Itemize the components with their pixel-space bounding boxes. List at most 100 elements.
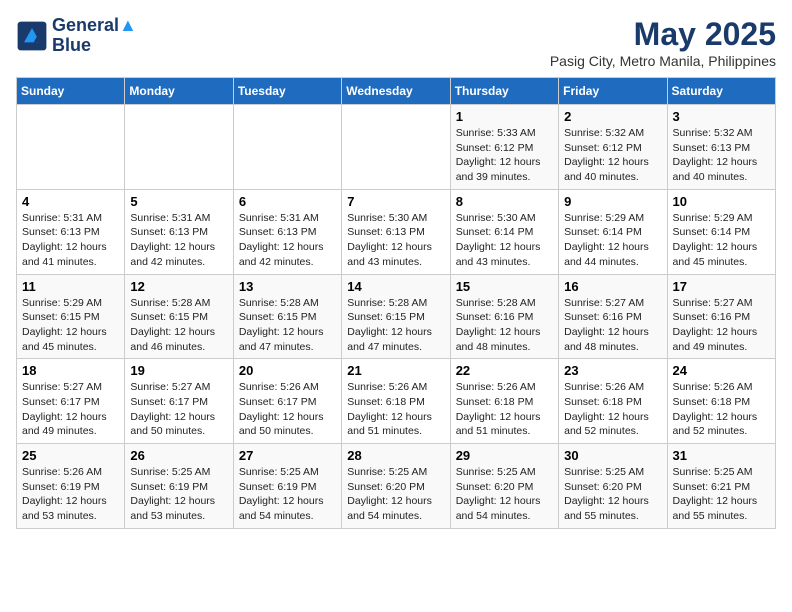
day-info: Sunrise: 5:32 AM Sunset: 6:13 PM Dayligh…: [673, 126, 770, 185]
calendar-body: 1 Sunrise: 5:33 AM Sunset: 6:12 PM Daylig…: [17, 105, 776, 529]
day-info: Sunrise: 5:29 AM Sunset: 6:14 PM Dayligh…: [564, 211, 661, 270]
day-number: 29: [456, 448, 553, 463]
day-number: 9: [564, 194, 661, 209]
day-info: Sunrise: 5:25 AM Sunset: 6:19 PM Dayligh…: [130, 465, 227, 524]
day-number: 3: [673, 109, 770, 124]
day-number: 17: [673, 279, 770, 294]
day-number: 26: [130, 448, 227, 463]
calendar-header-row: SundayMondayTuesdayWednesdayThursdayFrid…: [17, 78, 776, 105]
calendar-week-row: 4 Sunrise: 5:31 AM Sunset: 6:13 PM Daylig…: [17, 189, 776, 274]
calendar-cell: 12Sunrise: 5:28 AM Sunset: 6:15 PM Dayli…: [125, 274, 233, 359]
day-info: Sunrise: 5:27 AM Sunset: 6:17 PM Dayligh…: [130, 380, 227, 439]
day-info: Sunrise: 5:31 AM Sunset: 6:13 PM Dayligh…: [239, 211, 336, 270]
day-number: 21: [347, 363, 444, 378]
calendar-cell: 24 Sunrise: 5:26 AM Sunset: 6:18 PM Dayli…: [667, 359, 775, 444]
day-number: 1: [456, 109, 553, 124]
weekday-header: Tuesday: [233, 78, 341, 105]
day-info: Sunrise: 5:26 AM Sunset: 6:18 PM Dayligh…: [564, 380, 661, 439]
calendar-cell: 31 Sunrise: 5:25 AM Sunset: 6:21 PM Dayli…: [667, 444, 775, 529]
day-number: 23: [564, 363, 661, 378]
day-info: Sunrise: 5:25 AM Sunset: 6:21 PM Dayligh…: [673, 465, 770, 524]
day-number: 24: [673, 363, 770, 378]
day-number: 4: [22, 194, 119, 209]
logo-text: General▲ Blue: [52, 16, 137, 56]
day-info: Sunrise: 5:31 AM Sunset: 6:13 PM Dayligh…: [130, 211, 227, 270]
day-info: Sunrise: 5:26 AM Sunset: 6:18 PM Dayligh…: [347, 380, 444, 439]
day-info: Sunrise: 5:28 AM Sunset: 6:16 PM Dayligh…: [456, 296, 553, 355]
calendar-cell: [233, 105, 341, 190]
day-number: 10: [673, 194, 770, 209]
weekday-header: Friday: [559, 78, 667, 105]
calendar-cell: 9 Sunrise: 5:29 AM Sunset: 6:14 PM Daylig…: [559, 189, 667, 274]
day-number: 13: [239, 279, 336, 294]
calendar-cell: 21 Sunrise: 5:26 AM Sunset: 6:18 PM Dayli…: [342, 359, 450, 444]
weekday-header: Saturday: [667, 78, 775, 105]
day-info: Sunrise: 5:29 AM Sunset: 6:15 PM Dayligh…: [22, 296, 119, 355]
subtitle: Pasig City, Metro Manila, Philippines: [550, 53, 776, 69]
day-number: 31: [673, 448, 770, 463]
day-number: 8: [456, 194, 553, 209]
day-info: Sunrise: 5:25 AM Sunset: 6:19 PM Dayligh…: [239, 465, 336, 524]
day-info: Sunrise: 5:26 AM Sunset: 6:17 PM Dayligh…: [239, 380, 336, 439]
day-info: Sunrise: 5:29 AM Sunset: 6:14 PM Dayligh…: [673, 211, 770, 270]
calendar-cell: 20Sunrise: 5:26 AM Sunset: 6:17 PM Dayli…: [233, 359, 341, 444]
calendar-cell: 16Sunrise: 5:27 AM Sunset: 6:16 PM Dayli…: [559, 274, 667, 359]
day-number: 12: [130, 279, 227, 294]
day-info: Sunrise: 5:32 AM Sunset: 6:12 PM Dayligh…: [564, 126, 661, 185]
day-number: 2: [564, 109, 661, 124]
day-info: Sunrise: 5:27 AM Sunset: 6:16 PM Dayligh…: [673, 296, 770, 355]
calendar-cell: 5 Sunrise: 5:31 AM Sunset: 6:13 PM Daylig…: [125, 189, 233, 274]
calendar-week-row: 18Sunrise: 5:27 AM Sunset: 6:17 PM Dayli…: [17, 359, 776, 444]
weekday-header: Sunday: [17, 78, 125, 105]
weekday-header: Wednesday: [342, 78, 450, 105]
day-info: Sunrise: 5:26 AM Sunset: 6:19 PM Dayligh…: [22, 465, 119, 524]
day-number: 19: [130, 363, 227, 378]
day-number: 5: [130, 194, 227, 209]
logo: General▲ Blue: [16, 16, 137, 56]
calendar-cell: 6 Sunrise: 5:31 AM Sunset: 6:13 PM Daylig…: [233, 189, 341, 274]
day-number: 7: [347, 194, 444, 209]
day-number: 28: [347, 448, 444, 463]
day-number: 11: [22, 279, 119, 294]
calendar-cell: 18Sunrise: 5:27 AM Sunset: 6:17 PM Dayli…: [17, 359, 125, 444]
day-number: 14: [347, 279, 444, 294]
calendar-cell: 28 Sunrise: 5:25 AM Sunset: 6:20 PM Dayli…: [342, 444, 450, 529]
title-block: May 2025 Pasig City, Metro Manila, Phili…: [550, 16, 776, 69]
day-number: 6: [239, 194, 336, 209]
calendar-cell: 19 Sunrise: 5:27 AM Sunset: 6:17 PM Dayli…: [125, 359, 233, 444]
day-info: Sunrise: 5:25 AM Sunset: 6:20 PM Dayligh…: [456, 465, 553, 524]
day-number: 15: [456, 279, 553, 294]
day-info: Sunrise: 5:25 AM Sunset: 6:20 PM Dayligh…: [347, 465, 444, 524]
calendar-cell: 27Sunrise: 5:25 AM Sunset: 6:19 PM Dayli…: [233, 444, 341, 529]
calendar-cell: 13 Sunrise: 5:28 AM Sunset: 6:15 PM Dayli…: [233, 274, 341, 359]
day-info: Sunrise: 5:31 AM Sunset: 6:13 PM Dayligh…: [22, 211, 119, 270]
day-number: 16: [564, 279, 661, 294]
day-info: Sunrise: 5:25 AM Sunset: 6:20 PM Dayligh…: [564, 465, 661, 524]
day-info: Sunrise: 5:28 AM Sunset: 6:15 PM Dayligh…: [347, 296, 444, 355]
calendar-cell: 30Sunrise: 5:25 AM Sunset: 6:20 PM Dayli…: [559, 444, 667, 529]
main-title: May 2025: [550, 16, 776, 53]
calendar-week-row: 25 Sunrise: 5:26 AM Sunset: 6:19 PM Dayli…: [17, 444, 776, 529]
calendar-cell: 23 Sunrise: 5:26 AM Sunset: 6:18 PM Dayli…: [559, 359, 667, 444]
day-info: Sunrise: 5:28 AM Sunset: 6:15 PM Dayligh…: [239, 296, 336, 355]
calendar-cell: [342, 105, 450, 190]
calendar-cell: [17, 105, 125, 190]
calendar-cell: 22 Sunrise: 5:26 AM Sunset: 6:18 PM Dayli…: [450, 359, 558, 444]
calendar-cell: 10 Sunrise: 5:29 AM Sunset: 6:14 PM Dayli…: [667, 189, 775, 274]
calendar-table: SundayMondayTuesdayWednesdayThursdayFrid…: [16, 77, 776, 529]
calendar-cell: 3 Sunrise: 5:32 AM Sunset: 6:13 PM Daylig…: [667, 105, 775, 190]
calendar-cell: 7 Sunrise: 5:30 AM Sunset: 6:13 PM Daylig…: [342, 189, 450, 274]
calendar-week-row: 11 Sunrise: 5:29 AM Sunset: 6:15 PM Dayli…: [17, 274, 776, 359]
calendar-cell: 2 Sunrise: 5:32 AM Sunset: 6:12 PM Daylig…: [559, 105, 667, 190]
calendar-cell: 8Sunrise: 5:30 AM Sunset: 6:14 PM Daylig…: [450, 189, 558, 274]
calendar-cell: 17 Sunrise: 5:27 AM Sunset: 6:16 PM Dayli…: [667, 274, 775, 359]
day-info: Sunrise: 5:33 AM Sunset: 6:12 PM Dayligh…: [456, 126, 553, 185]
page-header: General▲ Blue May 2025 Pasig City, Metro…: [16, 16, 776, 69]
day-info: Sunrise: 5:30 AM Sunset: 6:13 PM Dayligh…: [347, 211, 444, 270]
day-info: Sunrise: 5:27 AM Sunset: 6:17 PM Dayligh…: [22, 380, 119, 439]
day-number: 22: [456, 363, 553, 378]
day-number: 25: [22, 448, 119, 463]
day-info: Sunrise: 5:26 AM Sunset: 6:18 PM Dayligh…: [673, 380, 770, 439]
calendar-cell: 11 Sunrise: 5:29 AM Sunset: 6:15 PM Dayli…: [17, 274, 125, 359]
day-info: Sunrise: 5:26 AM Sunset: 6:18 PM Dayligh…: [456, 380, 553, 439]
